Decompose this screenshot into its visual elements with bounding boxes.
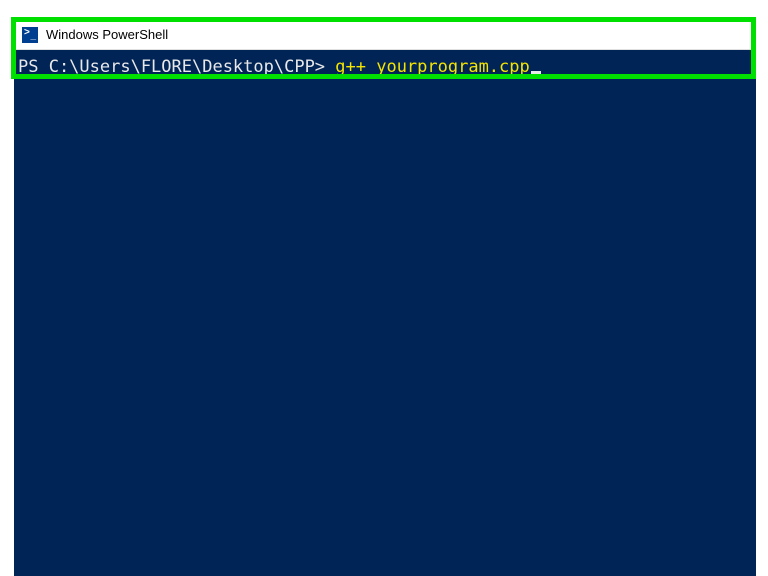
prompt-text: PS C:\Users\FLORE\Desktop\CPP> [18,57,335,77]
cursor [531,71,541,74]
powershell-window: Windows PowerShell PS C:\Users\FLORE\Des… [14,20,768,576]
powershell-icon [22,27,38,43]
terminal-area[interactable]: PS C:\Users\FLORE\Desktop\CPP> g++ yourp… [14,50,756,576]
command-line: PS C:\Users\FLORE\Desktop\CPP> g++ yourp… [18,56,752,78]
window-titlebar[interactable]: Windows PowerShell [14,20,756,50]
typed-command: g++ yourprogram.cpp [335,57,529,77]
window-title: Windows PowerShell [46,27,168,42]
